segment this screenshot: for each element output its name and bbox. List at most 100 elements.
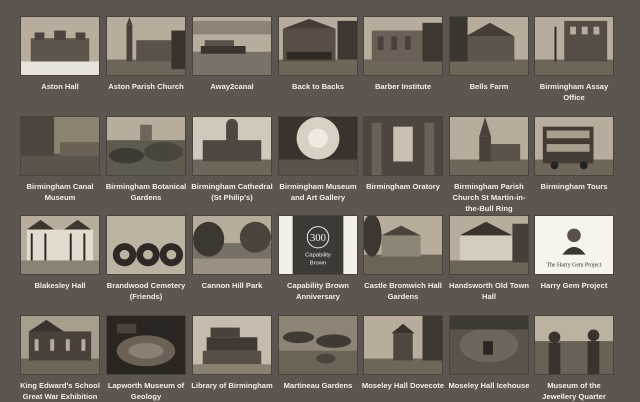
gallery-tile-back-to-backs[interactable]: Back to Backs <box>278 16 358 92</box>
tile-label[interactable]: Birmingham Botanical Gardens <box>104 181 188 203</box>
thumbnail-moseley-hall-dovecote[interactable] <box>363 315 443 375</box>
thumbnail-harry-gem-project[interactable]: The Harry Gem Project <box>534 215 614 275</box>
thumbnail-museum-of-the-jewellery-quarter[interactable] <box>534 315 614 375</box>
thumbnail-image: The Harry Gem Project <box>535 216 613 274</box>
tile-label[interactable]: Aston Parish Church <box>104 81 188 92</box>
gallery-tile-moseley-hall-dovecote[interactable]: Moseley Hall Dovecote <box>361 315 445 391</box>
thumbnail-image <box>193 117 271 175</box>
gallery-tile-lapworth-museum-of-geology[interactable]: Lapworth Museum of Geology <box>106 315 186 402</box>
gallery-tile-birmingham-botanical-gardens[interactable]: Birmingham Botanical Gardens <box>106 116 186 203</box>
thumbnail-birmingham-assay-office[interactable] <box>534 16 614 76</box>
tile-label[interactable]: Birmingham Assay Office <box>532 81 616 103</box>
thumbnail-castle-bromwich-hall-gardens[interactable] <box>363 215 443 275</box>
gallery-tile-bells-farm[interactable]: Bells Farm <box>449 16 529 92</box>
thumbnail-image <box>364 117 442 175</box>
thumbnail-image <box>450 117 528 175</box>
gallery-tile-cannon-hill-park[interactable]: Cannon Hill Park <box>192 215 272 291</box>
thumbnail-image <box>21 316 99 374</box>
gallery-tile-blakesley-hall[interactable]: Blakesley Hall <box>20 215 100 291</box>
thumbnail-birmingham-canal-museum[interactable] <box>20 116 100 176</box>
gallery-tile-barber-institute[interactable]: Barber Institute <box>363 16 443 92</box>
tile-label[interactable]: Birmingham Canal Museum <box>18 181 102 203</box>
thumbnail-handsworth-old-town-hall[interactable] <box>449 215 529 275</box>
tile-label[interactable]: Birmingham Tours <box>532 181 616 192</box>
thumbnail-image <box>535 17 613 75</box>
tile-label[interactable]: Cannon Hill Park <box>190 280 274 291</box>
gallery-tile-birmingham-oratory[interactable]: Birmingham Oratory <box>363 116 443 192</box>
tile-label[interactable]: Castle Bromwich Hall Gardens <box>361 280 445 302</box>
gallery-tile-king-edward-s-school-great-war-exhibition[interactable]: King Edward's School Great War Exhibitio… <box>20 315 100 402</box>
thumbnail-moseley-hall-icehouse[interactable] <box>449 315 529 375</box>
gallery-tile-martineau-gardens[interactable]: Martineau Gardens <box>278 315 358 391</box>
thumbnail-library-of-birmingham[interactable] <box>192 315 272 375</box>
thumbnail-image <box>450 316 528 374</box>
gallery-tile-handsworth-old-town-hall[interactable]: Handsworth Old Town Hall <box>449 215 529 302</box>
tile-label[interactable]: Martineau Gardens <box>276 380 360 391</box>
tile-label[interactable]: Harry Gem Project <box>532 280 616 291</box>
gallery-tile-birmingham-museum-and-art-gallery[interactable]: Birmingham Museum and Art Gallery <box>278 116 358 203</box>
tile-label[interactable]: Birmingham Museum and Art Gallery <box>276 181 360 203</box>
thumbnail-image <box>107 117 185 175</box>
tile-label[interactable]: Birmingham Parish Church St Martin-in-th… <box>447 181 531 214</box>
thumbnail-lapworth-museum-of-geology[interactable] <box>106 315 186 375</box>
thumbnail-back-to-backs[interactable] <box>278 16 358 76</box>
tile-label[interactable]: Back to Backs <box>276 81 360 92</box>
tile-label[interactable]: Handsworth Old Town Hall <box>447 280 531 302</box>
tile-label[interactable]: Barber Institute <box>361 81 445 92</box>
attractions-gallery: Aston Hall Aston Parish Church Away2canal B… <box>0 0 640 402</box>
tile-label[interactable]: Away2canal <box>190 81 274 92</box>
tile-label[interactable]: Lapworth Museum of Geology <box>104 380 188 402</box>
thumbnail-brandwood-cemetery-friends[interactable] <box>106 215 186 275</box>
gallery-tile-aston-hall[interactable]: Aston Hall <box>20 16 100 92</box>
gallery-tile-moseley-hall-icehouse[interactable]: Moseley Hall Icehouse <box>447 315 531 391</box>
thumbnail-martineau-gardens[interactable] <box>278 315 358 375</box>
thumbnail-image <box>193 216 271 274</box>
thumbnail-birmingham-botanical-gardens[interactable] <box>106 116 186 176</box>
thumbnail-birmingham-cathedral-st-philip-s[interactable] <box>192 116 272 176</box>
gallery-tile-castle-bromwich-hall-gardens[interactable]: Castle Bromwich Hall Gardens <box>363 215 443 302</box>
tile-label[interactable]: Blakesley Hall <box>18 280 102 291</box>
tile-label[interactable]: Moseley Hall Icehouse <box>447 380 531 391</box>
gallery-tile-brandwood-cemetery-friends[interactable]: Brandwood Cemetery (Friends) <box>106 215 186 302</box>
tile-label[interactable]: Museum of the Jewellery Quarter <box>532 380 616 402</box>
thumbnail-image <box>107 216 185 274</box>
thumbnail-barber-institute[interactable] <box>363 16 443 76</box>
logo-number: 300 <box>310 232 326 244</box>
gallery-tile-birmingham-canal-museum[interactable]: Birmingham Canal Museum <box>20 116 100 203</box>
thumbnail-bells-farm[interactable] <box>449 16 529 76</box>
gallery-tile-museum-of-the-jewellery-quarter[interactable]: Museum of the Jewellery Quarter <box>534 315 614 402</box>
thumbnail-image <box>279 17 357 75</box>
gallery-tile-library-of-birmingham[interactable]: Library of Birmingham <box>190 315 274 391</box>
gallery-tile-aston-parish-church[interactable]: Aston Parish Church <box>106 16 186 92</box>
thumbnail-aston-parish-church[interactable] <box>106 16 186 76</box>
tile-label[interactable]: Bells Farm <box>447 81 531 92</box>
thumbnail-aston-hall[interactable] <box>20 16 100 76</box>
gallery-tile-birmingham-assay-office[interactable]: Birmingham Assay Office <box>534 16 614 103</box>
tile-label[interactable]: Library of Birmingham <box>190 380 274 391</box>
thumbnail-image <box>21 216 99 274</box>
thumbnail-birmingham-museum-and-art-gallery[interactable] <box>278 116 358 176</box>
thumbnail-image <box>193 17 271 75</box>
tile-label[interactable]: Birmingham Cathedral (St Philip's) <box>190 181 274 203</box>
thumbnail-image <box>21 117 99 175</box>
tile-label[interactable]: King Edward's School Great War Exhibitio… <box>18 380 102 402</box>
thumbnail-blakesley-hall[interactable] <box>20 215 100 275</box>
tile-label[interactable]: Capability Brown Anniversary <box>276 280 360 302</box>
gallery-tile-birmingham-cathedral-st-philip-s[interactable]: Birmingham Cathedral (St Philip's) <box>190 116 274 203</box>
thumbnail-birmingham-oratory[interactable] <box>363 116 443 176</box>
tile-label[interactable]: Aston Hall <box>18 81 102 92</box>
gallery-tile-harry-gem-project[interactable]: The Harry Gem Project Harry Gem Project <box>534 215 614 291</box>
thumbnail-king-edward-s-school-great-war-exhibition[interactable] <box>20 315 100 375</box>
tile-label[interactable]: Moseley Hall Dovecote <box>361 380 445 391</box>
gallery-tile-birmingham-tours[interactable]: Birmingham Tours <box>534 116 614 192</box>
gallery-tile-capability-brown-anniversary[interactable]: 300 Capability Brown Capability Brown Anniv… <box>278 215 358 302</box>
thumbnail-cannon-hill-park[interactable] <box>192 215 272 275</box>
gallery-tile-birmingham-parish-church-st-martin-in-the-bull-ring[interactable]: Birmingham Parish Church St Martin-in-th… <box>449 116 529 214</box>
tile-label[interactable]: Birmingham Oratory <box>361 181 445 192</box>
thumbnail-birmingham-parish-church-st-martin-in-the-bull-ring[interactable] <box>449 116 529 176</box>
thumbnail-away2canal[interactable] <box>192 16 272 76</box>
gallery-tile-away2canal[interactable]: Away2canal <box>192 16 272 92</box>
thumbnail-birmingham-tours[interactable] <box>534 116 614 176</box>
thumbnail-capability-brown-anniversary[interactable]: 300 Capability Brown <box>278 215 358 275</box>
tile-label[interactable]: Brandwood Cemetery (Friends) <box>104 280 188 302</box>
